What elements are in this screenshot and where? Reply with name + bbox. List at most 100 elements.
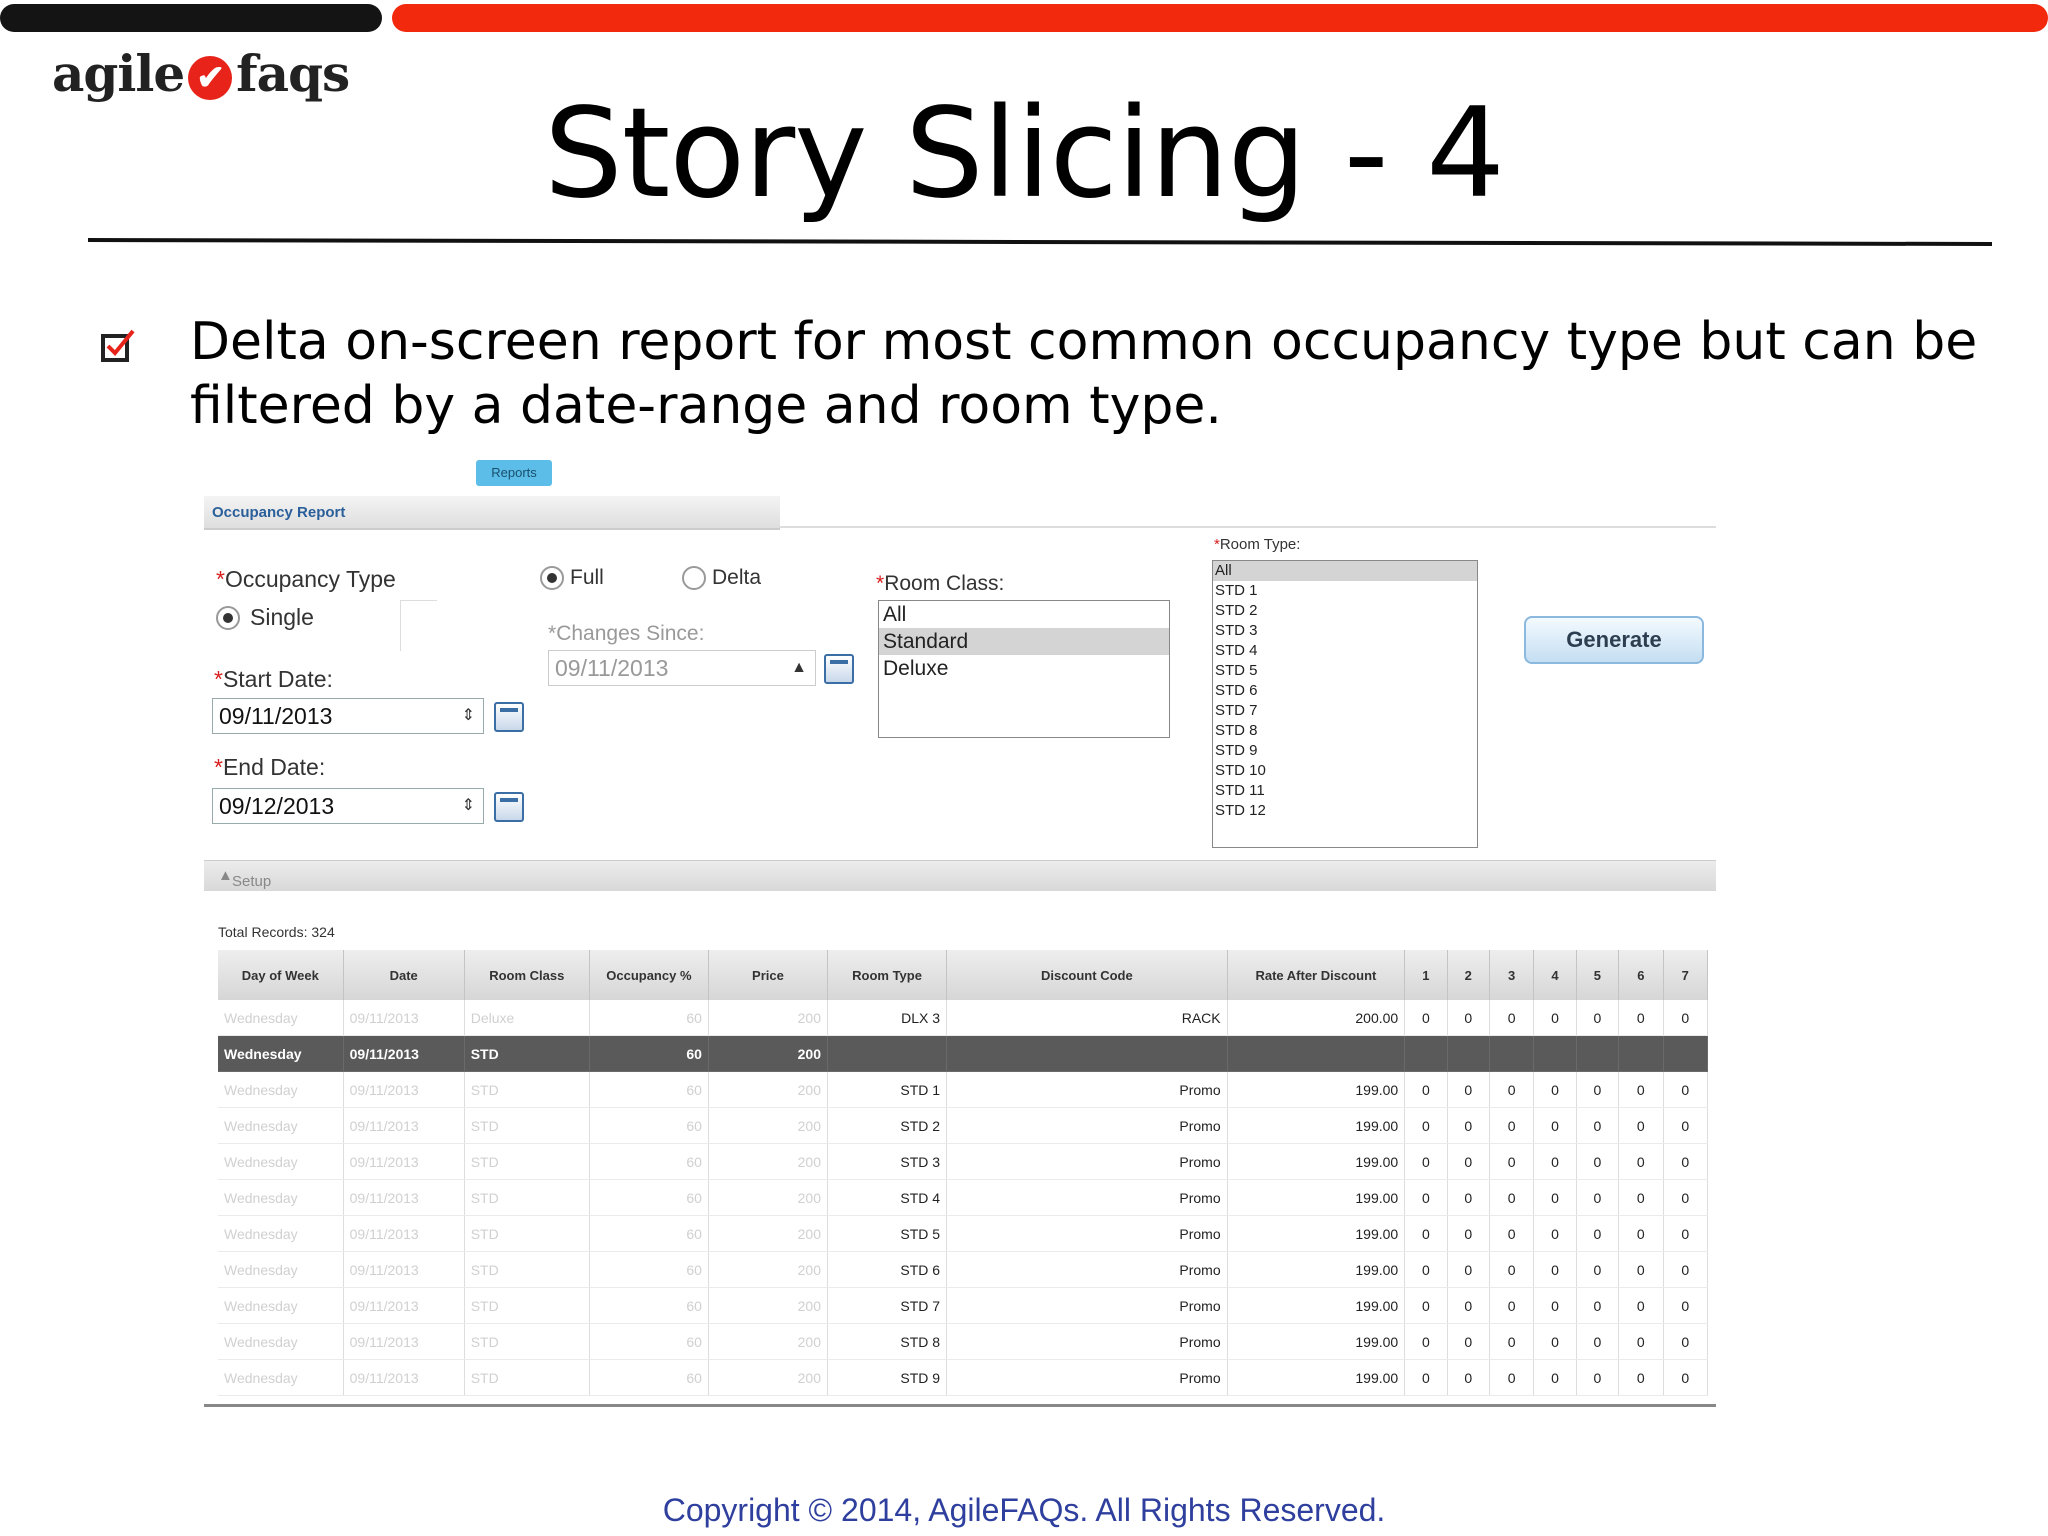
- room-type-option[interactable]: STD 8: [1213, 721, 1477, 741]
- column-header[interactable]: 1: [1404, 950, 1448, 1000]
- cell-day-5: 0: [1576, 1143, 1620, 1180]
- room-type-option[interactable]: STD 12: [1213, 801, 1477, 821]
- cell-cls: STD: [464, 1251, 590, 1288]
- cell-occ: 60: [589, 1107, 709, 1144]
- table-row[interactable]: Wednesday 09/11/2013 Deluxe 60 200 DLX 3 RACK 2…: [218, 1000, 1708, 1036]
- generate-button[interactable]: Generate: [1524, 616, 1704, 664]
- room-type-option[interactable]: STD 6: [1213, 681, 1477, 701]
- start-date-calendar-icon[interactable]: [494, 702, 524, 732]
- cell-type: STD 2: [827, 1107, 948, 1144]
- column-header[interactable]: Date: [343, 950, 465, 1000]
- column-header[interactable]: Discount Code: [946, 950, 1228, 1000]
- cell-type: STD 5: [827, 1215, 948, 1252]
- table-row[interactable]: Wednesday 09/11/2013 STD 60 200 STD 2 Promo 199…: [218, 1107, 1708, 1144]
- cell-day-7: 0: [1663, 1143, 1708, 1180]
- cell-cls: STD: [464, 1323, 590, 1360]
- cell-day-5: 0: [1576, 1251, 1620, 1288]
- cell-code: RACK: [946, 1000, 1228, 1036]
- cell-occ: 60: [589, 1251, 709, 1288]
- column-header[interactable]: 4: [1533, 950, 1577, 1000]
- cell-price: 200: [708, 1323, 829, 1360]
- cell-day-1: 0: [1404, 1107, 1448, 1144]
- room-type-option[interactable]: STD 5: [1213, 661, 1477, 681]
- changes-since-label: *Changes Since:: [548, 622, 705, 645]
- changes-since-calendar-icon[interactable]: [824, 654, 854, 684]
- cell-price: 200: [708, 1107, 829, 1144]
- delta-radio[interactable]: [682, 566, 706, 590]
- full-radio[interactable]: [540, 566, 564, 590]
- room-class-option[interactable]: Deluxe: [879, 655, 1169, 682]
- cell-day-4: 0: [1533, 1251, 1577, 1288]
- cell-day-1: 0: [1404, 1251, 1448, 1288]
- table-row[interactable]: Wednesday 09/11/2013 STD 60 200 STD 9 Promo 199…: [218, 1359, 1708, 1396]
- start-date-label: *Start Date:: [214, 666, 333, 692]
- setup-label: Setup: [232, 873, 272, 890]
- cell-date: 09/11/2013: [343, 1359, 465, 1396]
- room-type-option[interactable]: All: [1213, 561, 1477, 581]
- cell-cls: Deluxe: [464, 1000, 590, 1036]
- room-type-option[interactable]: STD 9: [1213, 741, 1477, 761]
- occupancy-report-app: Reports Occupancy Report *Occupancy Type…: [204, 456, 1716, 1456]
- cell-day-4: 0: [1533, 1143, 1577, 1180]
- cell-cls: STD: [464, 1179, 590, 1216]
- table-row[interactable]: Wednesday 09/11/2013 STD 60 200: [218, 1035, 1708, 1072]
- end-date-calendar-icon[interactable]: [494, 792, 524, 822]
- room-type-option[interactable]: STD 10: [1213, 761, 1477, 781]
- column-header[interactable]: Room Type: [827, 950, 948, 1000]
- cell-day-4: 0: [1533, 1000, 1577, 1036]
- cell-day: Wednesday: [218, 1359, 344, 1396]
- column-header[interactable]: 3: [1489, 950, 1535, 1000]
- room-type-option[interactable]: STD 3: [1213, 621, 1477, 641]
- cell-rate: 199.00: [1227, 1323, 1406, 1360]
- room-type-option[interactable]: STD 11: [1213, 781, 1477, 801]
- column-header[interactable]: 6: [1618, 950, 1664, 1000]
- cell-day-3: 0: [1489, 1359, 1535, 1396]
- setup-toggle[interactable]: ▲ Setup: [218, 867, 271, 890]
- column-header[interactable]: 5: [1576, 950, 1620, 1000]
- table-row[interactable]: Wednesday 09/11/2013 STD 60 200 STD 1 Promo 199…: [218, 1071, 1708, 1108]
- column-header[interactable]: 7: [1663, 950, 1708, 1000]
- column-header[interactable]: Rate After Discount: [1227, 950, 1406, 1000]
- cell-cls: STD: [464, 1359, 590, 1396]
- end-date-field[interactable]: 09/12/2013 ⇕: [212, 788, 484, 824]
- delta-label: Delta: [712, 566, 762, 589]
- room-class-option[interactable]: All: [879, 601, 1169, 628]
- room-type-option[interactable]: STD 2: [1213, 601, 1477, 621]
- room-type-list[interactable]: All STD 1 STD 2 STD 3 STD 4 STD 5 STD 6 …: [1212, 560, 1478, 848]
- cell-type: STD 8: [827, 1323, 948, 1360]
- changes-since-field[interactable]: 09/11/2013 ▲: [548, 650, 816, 686]
- table-row[interactable]: Wednesday 09/11/2013 STD 60 200 STD 7 Promo 199…: [218, 1287, 1708, 1324]
- header-divider: [780, 526, 1716, 528]
- table-row[interactable]: Wednesday 09/11/2013 STD 60 200 STD 4 Promo 199…: [218, 1179, 1708, 1216]
- column-header[interactable]: Price: [708, 950, 829, 1000]
- table-row[interactable]: Wednesday 09/11/2013 STD 60 200 STD 6 Promo 199…: [218, 1251, 1708, 1288]
- table-row[interactable]: Wednesday 09/11/2013 STD 60 200 STD 3 Promo 199…: [218, 1143, 1708, 1180]
- reports-tab[interactable]: Reports: [476, 460, 552, 486]
- cell-occ: 60: [589, 1035, 709, 1072]
- single-radio[interactable]: [216, 606, 240, 630]
- table-header-row: Day of Week Date Room Class Occupancy % …: [218, 950, 1708, 1000]
- cell-type: STD 1: [827, 1071, 948, 1108]
- room-type-option[interactable]: STD 7: [1213, 701, 1477, 721]
- room-class-option[interactable]: Standard: [879, 628, 1169, 655]
- cell-date: 09/11/2013: [343, 1323, 465, 1360]
- room-type-label: *Room Type:: [1214, 536, 1301, 553]
- cell-day-2: [1447, 1035, 1490, 1072]
- room-class-list[interactable]: All Standard Deluxe: [878, 600, 1170, 738]
- table-row[interactable]: Wednesday 09/11/2013 STD 60 200 STD 8 Promo 199…: [218, 1323, 1708, 1360]
- cell-day-6: 0: [1618, 1323, 1664, 1360]
- cell-day-6: 0: [1618, 1215, 1664, 1252]
- setup-bar[interactable]: ▲ Setup: [204, 860, 1716, 891]
- cell-day-2: 0: [1447, 1143, 1490, 1180]
- cell-day-5: 0: [1576, 1323, 1620, 1360]
- table-row[interactable]: Wednesday 09/11/2013 STD 60 200 STD 5 Promo 199…: [218, 1215, 1708, 1252]
- start-date-field[interactable]: 09/11/2013 ⇕: [212, 698, 484, 734]
- cell-day-2: 0: [1447, 1323, 1490, 1360]
- room-type-option[interactable]: STD 4: [1213, 641, 1477, 661]
- cell-day-6: 0: [1618, 1107, 1664, 1144]
- column-header[interactable]: Occupancy %: [589, 950, 709, 1000]
- column-header[interactable]: Room Class: [464, 950, 590, 1000]
- column-header[interactable]: 2: [1447, 950, 1490, 1000]
- column-header[interactable]: Day of Week: [218, 950, 344, 1000]
- room-type-option[interactable]: STD 1: [1213, 581, 1477, 601]
